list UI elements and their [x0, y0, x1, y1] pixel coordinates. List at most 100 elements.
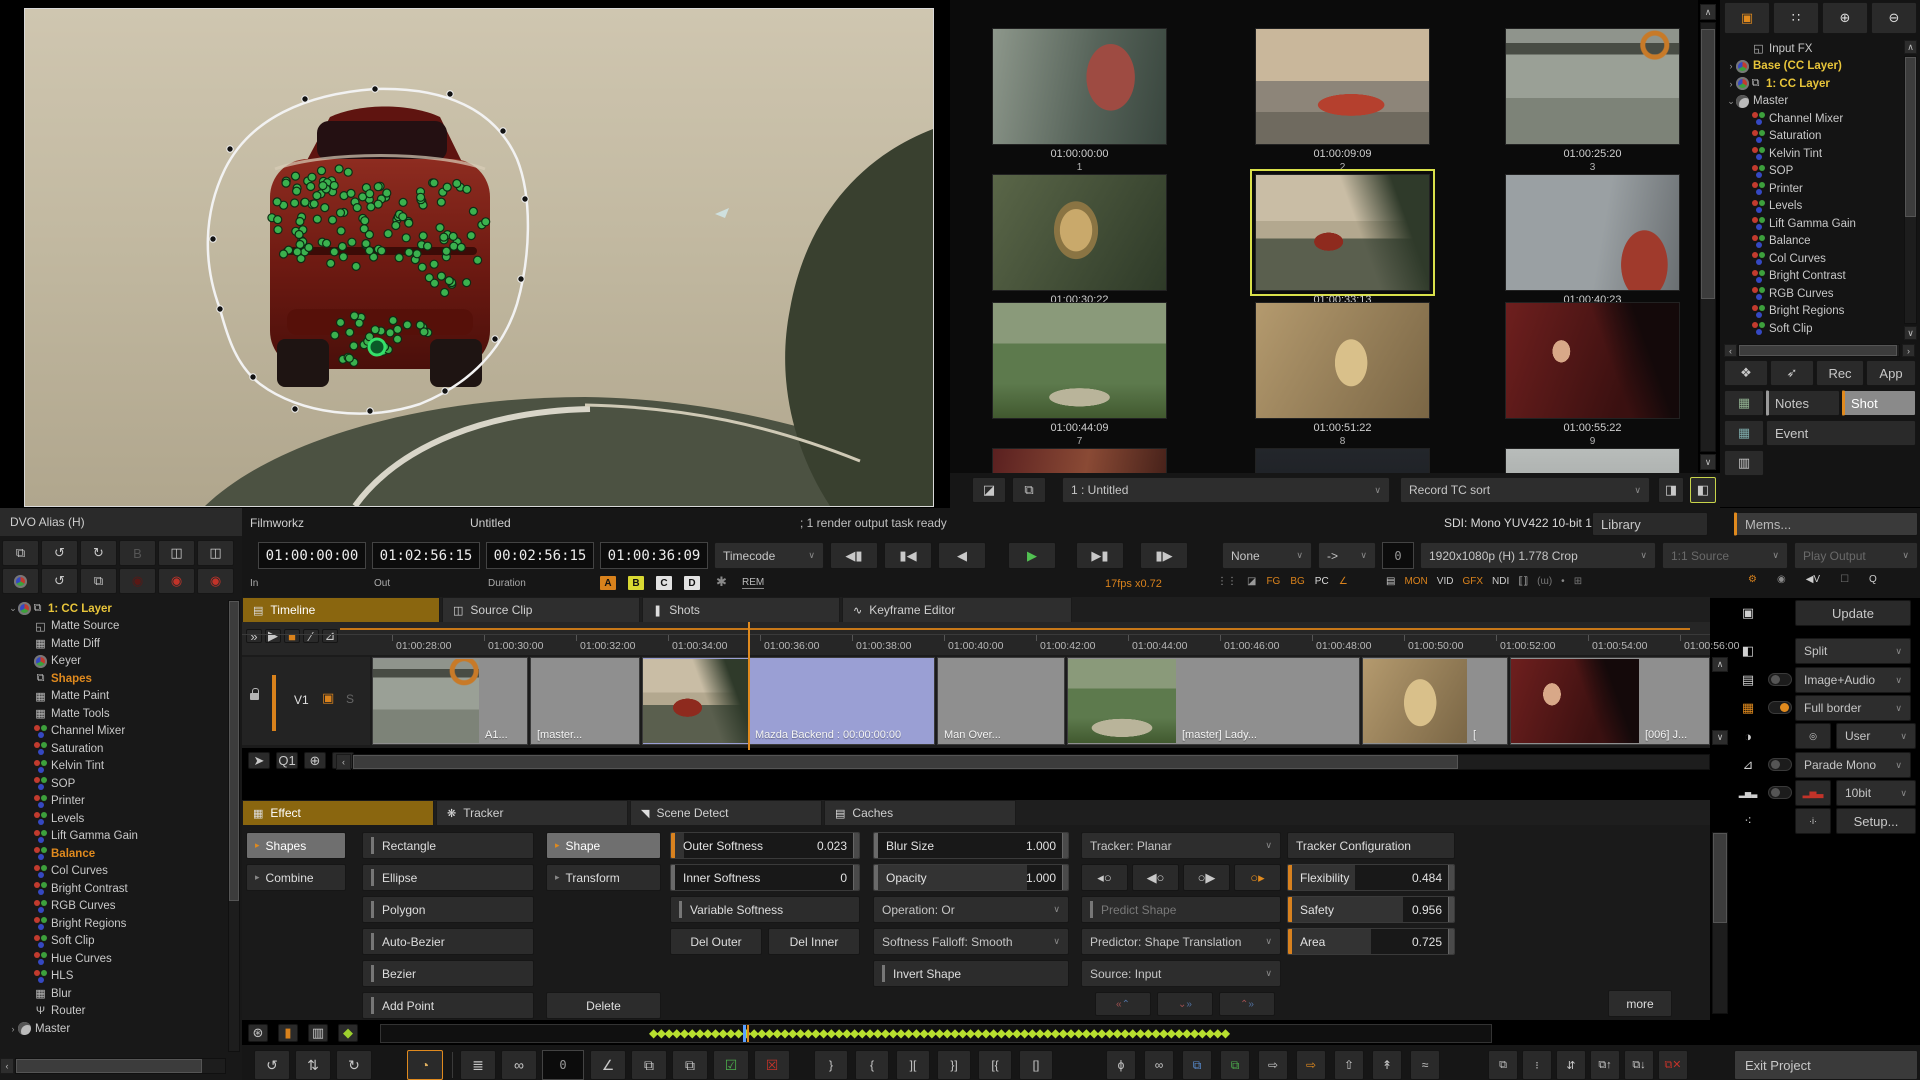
gallery-thumbnail[interactable]	[992, 302, 1167, 419]
fx-layer-item[interactable]: Balance	[1726, 233, 1904, 251]
fx-layer-item[interactable]: Bright Contrast	[1726, 268, 1904, 286]
rec-button[interactable]: Rec	[1816, 360, 1864, 386]
tab-effect[interactable]: ▦Effect	[242, 800, 434, 825]
timeline-clip[interactable]: A1...	[372, 657, 528, 745]
record-off-icon[interactable]: ◉	[119, 568, 156, 594]
timeline-clip[interactable]: Man Over...	[937, 657, 1065, 745]
library-button[interactable]: Library	[1592, 512, 1708, 536]
track-fwd-icon[interactable]: ○▸	[1234, 864, 1281, 891]
monitor-out-icon[interactable]: ▤	[1386, 576, 1395, 587]
histogram-toggle[interactable]	[1768, 786, 1792, 799]
notes-keyboard-icon[interactable]: ▦	[1724, 390, 1764, 416]
fx-hscroll-right[interactable]: ›	[1902, 344, 1915, 357]
copy-back-icon[interactable]: «⌃	[1095, 992, 1151, 1016]
tree-chevron-icon[interactable]: ⌄	[1726, 96, 1736, 107]
fx-tree-scroll-down[interactable]: ∨	[1904, 326, 1917, 340]
pc-label[interactable]: PC	[1315, 576, 1329, 587]
folder-add-icon[interactable]: ⧉	[1012, 477, 1046, 503]
fx-layer-item[interactable]: ›Base (CC Layer)	[1726, 58, 1904, 76]
image-audio-control[interactable]: Image+Audio∨	[1795, 667, 1911, 693]
sidebar-layer-item[interactable]: ›Master	[8, 1020, 222, 1038]
speaker-icon[interactable]: ◀V	[1806, 574, 1820, 585]
ndi-label[interactable]: NDI	[1492, 576, 1509, 587]
duration-timecode-field[interactable]: 00:02:56:15	[486, 542, 594, 569]
fx-layer-item[interactable]: Kelvin Tint	[1726, 145, 1904, 163]
reject-icon[interactable]: ☒	[754, 1050, 790, 1080]
grade-badge-d[interactable]: D	[684, 576, 700, 590]
parade-icon[interactable]: ⊿	[1736, 754, 1760, 776]
timeline-h-scrollbar[interactable]	[352, 754, 1710, 770]
mon-label[interactable]: MON	[1404, 576, 1427, 587]
variable-softness-button[interactable]: Variable Softness	[670, 896, 860, 923]
outer-softness-param[interactable]: Outer Softness0.023	[670, 832, 860, 859]
polygon-button[interactable]: Polygon	[362, 896, 534, 923]
blur-size-param[interactable]: Blur Size1.000	[873, 832, 1069, 859]
gallery-thumbnail[interactable]	[1505, 174, 1680, 291]
orange-clip-icon[interactable]: ▮	[278, 1024, 298, 1042]
cc-ball-icon[interactable]	[2, 568, 39, 594]
gallery-thumbnail-partial[interactable]	[1505, 448, 1680, 473]
link-icon[interactable]: ∞	[501, 1050, 537, 1080]
gallery-thumbnail-partial[interactable]	[1255, 448, 1430, 473]
trim-out-icon[interactable]: }]	[937, 1050, 971, 1080]
app-button[interactable]: App	[1866, 360, 1916, 386]
zoom-in-icon[interactable]: ⊕	[304, 752, 326, 769]
gallery-thumbnail-partial[interactable]	[992, 448, 1167, 473]
paste-green-icon[interactable]: ⧉	[1220, 1050, 1250, 1080]
delete-button[interactable]: Delete	[546, 992, 661, 1019]
gfx-vid-label[interactable]: GFX	[1462, 576, 1483, 587]
next-frame-button[interactable]: ▮▶	[1140, 542, 1188, 569]
fx-tree-scrollbar[interactable]	[1904, 56, 1917, 324]
monitor-icon[interactable]: ◫	[197, 540, 234, 566]
current-timecode-field[interactable]: 01:00:36:09	[600, 542, 708, 569]
film-icon[interactable]: ⊛	[248, 1024, 268, 1042]
tab-keyframe-editor[interactable]: ∿Keyframe Editor	[842, 597, 1072, 622]
gallery-thumbnail[interactable]	[1505, 302, 1680, 419]
sidebar-layer-item[interactable]: ⧉Shapes	[8, 670, 222, 688]
sidebar-layer-item[interactable]: Levels	[8, 810, 222, 828]
go-to-end-button[interactable]: ▶▮	[1076, 542, 1124, 569]
grade-tool-icon[interactable]: ❖	[1724, 360, 1768, 386]
del-inner-button[interactable]: Del Inner	[768, 928, 860, 955]
zoom-out-icon[interactable]: ⊖	[1871, 2, 1917, 34]
bin-select[interactable]: 1 : Untitled∨	[1062, 477, 1390, 503]
bezier-button[interactable]: Bezier	[362, 960, 534, 987]
area-param[interactable]: Area0.725	[1287, 928, 1455, 955]
fx-layer-item[interactable]: ⌄Master	[1726, 93, 1904, 111]
fx-h-scrollbar[interactable]	[1738, 344, 1900, 357]
border-toggle[interactable]	[1768, 701, 1792, 714]
tab-tracker[interactable]: ❋Tracker	[436, 800, 628, 825]
selected-tracking-point[interactable]	[369, 339, 385, 355]
sidebar-layer-item[interactable]: Lift Gamma Gain	[8, 828, 222, 846]
star-icon[interactable]: ✱	[716, 574, 727, 590]
sidebar-layer-item[interactable]: RGB Curves	[8, 898, 222, 916]
fx-layer-item[interactable]: SOP	[1726, 163, 1904, 181]
paste-grade-icon[interactable]: ⧉	[631, 1050, 667, 1080]
gallery-thumbnail[interactable]	[992, 28, 1167, 145]
record-dot-icon[interactable]: ◉	[1777, 574, 1786, 585]
pointer-icon[interactable]: ➤	[248, 752, 270, 769]
undo-grade-icon[interactable]: ↺	[41, 568, 78, 594]
sidebar-layer-item[interactable]: ▦Matte Diff	[8, 635, 222, 653]
sidebar-layer-item[interactable]: Keyer	[8, 653, 222, 671]
sidebar-layer-item[interactable]: ▦Blur	[8, 985, 222, 1003]
dot-icon[interactable]: •	[1561, 576, 1565, 587]
in-timecode-field[interactable]: 01:00:00:00	[258, 542, 366, 569]
view-thumbs-icon[interactable]: ◧	[1690, 477, 1716, 503]
shapes-button[interactable]: ▸Shapes	[246, 832, 346, 859]
fx-layer-item[interactable]: Printer	[1726, 180, 1904, 198]
striped-clip-icon[interactable]: ▥	[308, 1024, 328, 1042]
render-clip-icon[interactable]: ⧉	[1488, 1050, 1518, 1080]
del-outer-button[interactable]: Del Outer	[670, 928, 762, 955]
sidebar-layer-item[interactable]: ◱Matte Source	[8, 618, 222, 636]
playhead[interactable]	[748, 622, 750, 750]
event-button[interactable]: Event	[1766, 420, 1916, 446]
history-icon[interactable]: ◔	[407, 1050, 443, 1080]
grade-badge-a[interactable]: A	[600, 576, 616, 590]
dynamics-tool-icon[interactable]: ➶	[1770, 360, 1814, 386]
gallery-thumbnail[interactable]	[1505, 28, 1680, 145]
paste-all-icon[interactable]: ⧉	[672, 1050, 708, 1080]
loop-mode-select[interactable]: None∨	[1222, 542, 1312, 569]
image-audio-toggle[interactable]	[1768, 673, 1792, 686]
curve-mini-icon[interactable]: ∠	[1339, 576, 1348, 587]
